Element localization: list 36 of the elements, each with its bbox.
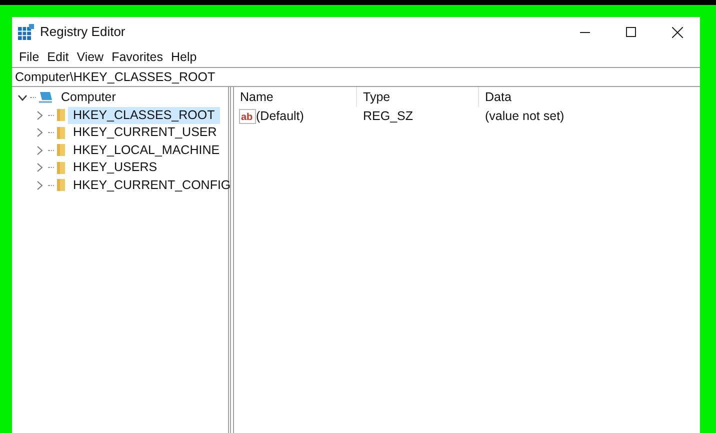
folder-icon (56, 126, 66, 140)
menu-item[interactable]: Help (166, 48, 201, 66)
chevron-right-icon[interactable] (37, 180, 43, 190)
folder-icon (56, 108, 66, 122)
tree-item[interactable]: Computer (56, 89, 121, 106)
string-value-icon: ab (239, 109, 256, 124)
value-data: (value not set) (484, 108, 566, 126)
menu-item[interactable]: File (15, 48, 44, 66)
computer-icon (38, 90, 54, 105)
value-name[interactable]: (Default) (256, 107, 304, 126)
menu-item[interactable]: Favorites (108, 48, 167, 66)
tree-item[interactable]: HKEY_CURRENT_USER (68, 124, 222, 142)
tree-item[interactable]: HKEY_CLASSES_ROOT (68, 106, 220, 124)
folder-icon (56, 160, 66, 175)
value-type: REG_SZ (362, 108, 414, 126)
window-title: Registry Editor (40, 23, 126, 42)
chevron-right-icon[interactable] (37, 146, 43, 155)
column-header[interactable]: Data (479, 87, 700, 107)
folder-icon (56, 143, 66, 158)
menu-item[interactable]: View (72, 48, 108, 66)
tree-item[interactable]: HKEY_CURRENT_CONFIG (68, 176, 236, 194)
column-header[interactable]: Type (357, 87, 479, 107)
registry-icon (18, 24, 34, 40)
chevron-down-icon[interactable] (18, 94, 26, 101)
address-text: Computer\HKEY_CLASSES_ROOT (15, 68, 216, 86)
column-header[interactable]: Name (234, 87, 357, 107)
folder-icon (56, 178, 66, 192)
maximize-icon (626, 27, 636, 37)
chevron-right-icon[interactable] (37, 163, 43, 172)
tree-item[interactable]: HKEY_LOCAL_MACHINE (68, 142, 225, 159)
chevron-right-icon[interactable] (37, 110, 43, 120)
close-icon (672, 26, 682, 38)
menu-item[interactable]: Edit (43, 48, 73, 66)
chevron-right-icon[interactable] (37, 128, 43, 138)
address-bar[interactable]: Computer\HKEY_CLASSES_ROOT (12, 67, 700, 87)
tree-item[interactable]: HKEY_USERS (68, 159, 162, 176)
